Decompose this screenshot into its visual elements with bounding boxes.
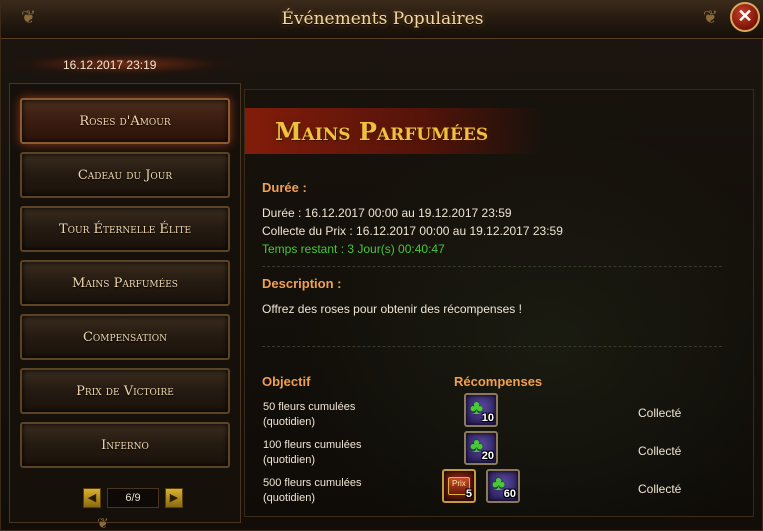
menu-item-cadeau-du-jour[interactable]: Cadeau du Jour [20, 152, 230, 198]
menu-item-inferno[interactable]: Inferno [20, 422, 230, 468]
description-text: Offrez des roses pour obtenir des récomp… [262, 302, 522, 316]
event-title: Mains Parfumées [275, 117, 489, 146]
pager-page-indicator: 6/9 [107, 488, 159, 508]
reward-item[interactable]: ♣ 10 [464, 393, 498, 427]
objective-heading: Objectif [262, 374, 311, 389]
menu-item-mains-parfumees[interactable]: Mains Parfumées [20, 260, 230, 306]
pager-prev-button[interactable]: ◀ [83, 488, 101, 508]
reward-quantity: 5 [465, 488, 472, 500]
event-menu-panel: Roses d'Amour Cadeau du Jour Tour Éterne… [9, 83, 241, 523]
bottom-ornament-icon: ❦ [97, 515, 109, 531]
objective-status: Collecté [638, 444, 682, 458]
objective-status: Collecté [638, 406, 682, 420]
menu-item-roses-damour[interactable]: Roses d'Amour [20, 98, 230, 144]
collect-line: Collecte du Prix : 16.12.2017 00:00 au 1… [262, 224, 563, 238]
reward-item[interactable]: ♣ 60 [486, 469, 520, 503]
description-heading: Description : [262, 276, 342, 291]
reward-quantity: 60 [503, 488, 516, 500]
reward-item[interactable]: ♣ 20 [464, 431, 498, 465]
objective-text: 500 fleurs cumulées (quotidien) [263, 477, 362, 504]
rewards-heading: Récompenses [454, 374, 543, 389]
menu-pager: ◀ 6/9 ▶ [83, 488, 183, 510]
close-button[interactable]: ✕ [730, 2, 760, 32]
objective-text: 100 fleurs cumulées (quotidien) [263, 439, 362, 466]
objective-status: Collecté [638, 482, 682, 496]
prize-chest-label: Prix [452, 479, 466, 488]
duration-heading: Durée : [262, 180, 307, 195]
reward-quantity: 10 [481, 412, 494, 424]
divider [262, 266, 722, 267]
events-window: ❦ Événements Populaires ❦ ✕ 16.12.2017 2… [0, 0, 763, 531]
title-bar: ❦ Événements Populaires ❦ [1, 1, 763, 39]
remaining-time: Temps restant : 3 Jour(s) 00:40:47 [262, 242, 445, 256]
menu-item-compensation[interactable]: Compensation [20, 314, 230, 360]
window-title: Événements Populaires [281, 9, 484, 29]
objective-text: 50 fleurs cumulées (quotidien) [263, 401, 356, 428]
pager-next-button[interactable]: ▶ [165, 488, 183, 508]
title-ornament-right-icon: ❦ [702, 7, 718, 27]
duration-line: Durée : 16.12.2017 00:00 au 19.12.2017 2… [262, 206, 512, 220]
event-detail-panel: Mains Parfumées Durée : Durée : 16.12.20… [244, 89, 754, 517]
current-date: 16.12.2017 23:19 [63, 58, 157, 72]
divider [262, 346, 722, 347]
menu-item-tour-eternelle-elite[interactable]: Tour Éternelle Élite [20, 206, 230, 252]
menu-item-prix-de-victoire[interactable]: Prix de Victoire [20, 368, 230, 414]
reward-item[interactable]: Prix 5 [442, 469, 476, 503]
reward-quantity: 20 [481, 450, 494, 462]
